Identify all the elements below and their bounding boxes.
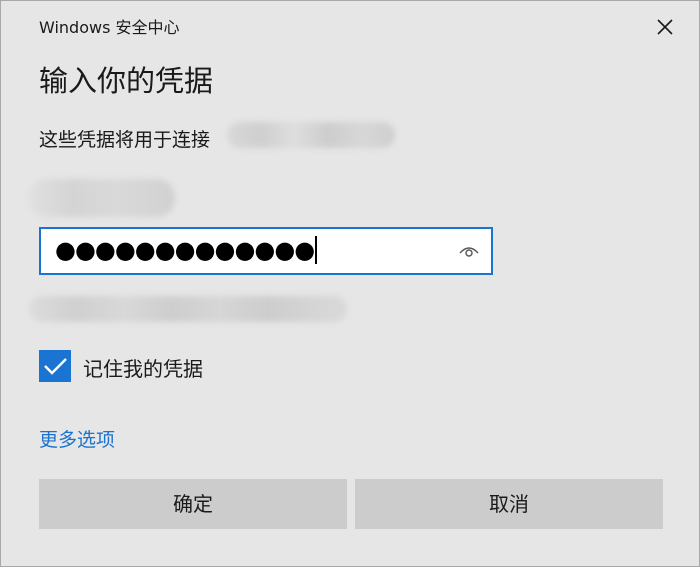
reveal-password-button[interactable] — [455, 237, 483, 265]
credential-dialog: Windows 安全中心 输入你的凭据 这些凭据将用于连接 ●●●●●●●●●●… — [0, 0, 700, 567]
connection-description: 这些凭据将用于连接 — [39, 129, 211, 151]
redacted-username — [29, 179, 175, 217]
redacted-target-name — [227, 122, 395, 148]
checkmark-icon — [44, 358, 67, 375]
close-button[interactable] — [647, 9, 683, 45]
password-value: ●●●●●●●●●●●●● — [55, 235, 318, 265]
window-title: Windows 安全中心 — [39, 18, 180, 37]
dialog-heading: 输入你的凭据 — [39, 64, 214, 98]
password-field[interactable]: ●●●●●●●●●●●●● — [39, 227, 493, 275]
ok-button[interactable]: 确定 — [39, 479, 347, 529]
eye-icon — [459, 247, 479, 257]
remember-credentials-label[interactable]: 记住我的凭据 — [83, 353, 203, 382]
remember-credentials-checkbox[interactable] — [39, 350, 71, 382]
more-options-link[interactable]: 更多选项 — [39, 425, 115, 452]
redacted-hint — [29, 296, 347, 322]
text-caret — [315, 236, 318, 264]
close-icon — [657, 19, 673, 35]
cancel-button[interactable]: 取消 — [355, 479, 663, 529]
